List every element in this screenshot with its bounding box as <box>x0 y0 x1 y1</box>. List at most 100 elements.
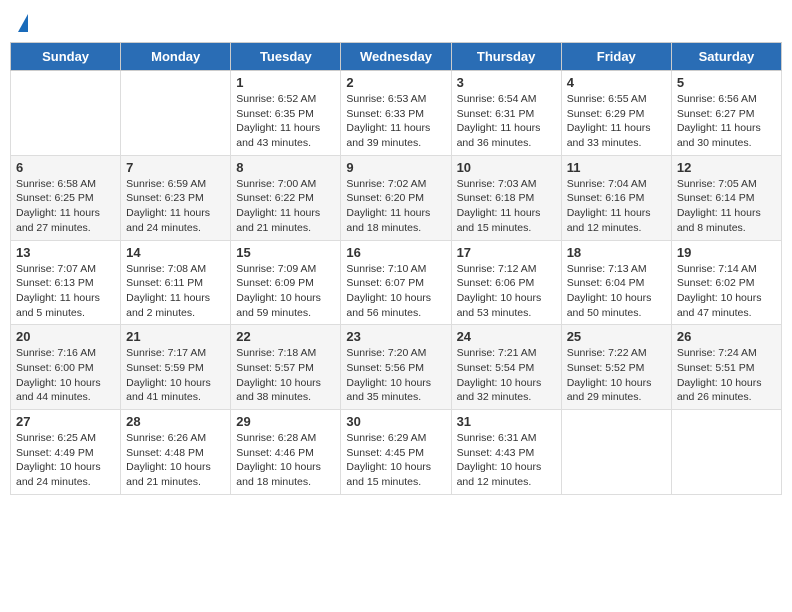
calendar-cell: 31 Sunrise: 6:31 AM Sunset: 4:43 PM Dayli… <box>451 410 561 495</box>
day-number: 6 <box>16 160 115 175</box>
calendar-cell: 14 Sunrise: 7:08 AM Sunset: 6:11 PM Dayli… <box>121 240 231 325</box>
calendar-cell: 29 Sunrise: 6:28 AM Sunset: 4:46 PM Dayli… <box>231 410 341 495</box>
calendar-cell: 24 Sunrise: 7:21 AM Sunset: 5:54 PM Dayli… <box>451 325 561 410</box>
calendar-header-row: SundayMondayTuesdayWednesdayThursdayFrid… <box>11 43 782 71</box>
day-number: 16 <box>346 245 445 260</box>
day-info: Sunrise: 7:05 AM Sunset: 6:14 PM Dayligh… <box>677 177 776 236</box>
day-info: Sunrise: 6:56 AM Sunset: 6:27 PM Dayligh… <box>677 92 776 151</box>
day-number: 31 <box>457 414 556 429</box>
calendar-cell: 1 Sunrise: 6:52 AM Sunset: 6:35 PM Daylig… <box>231 71 341 156</box>
calendar-cell <box>561 410 671 495</box>
calendar-cell: 26Sunrise: 7:24 AM Sunset: 5:51 PM Dayli… <box>671 325 781 410</box>
day-number: 17 <box>457 245 556 260</box>
day-of-week-header: Friday <box>561 43 671 71</box>
calendar-cell: 7Sunrise: 6:59 AM Sunset: 6:23 PM Daylig… <box>121 155 231 240</box>
calendar-cell: 2 Sunrise: 6:53 AM Sunset: 6:33 PM Daylig… <box>341 71 451 156</box>
day-info: Sunrise: 6:53 AM Sunset: 6:33 PM Dayligh… <box>346 92 445 151</box>
calendar-cell: 16 Sunrise: 7:10 AM Sunset: 6:07 PM Dayli… <box>341 240 451 325</box>
day-number: 22 <box>236 329 335 344</box>
day-of-week-header: Sunday <box>11 43 121 71</box>
day-number: 23 <box>346 329 445 344</box>
calendar-cell: 13 Sunrise: 7:07 AM Sunset: 6:13 PM Dayli… <box>11 240 121 325</box>
calendar-cell: 10 Sunrise: 7:03 AM Sunset: 6:18 PM Dayli… <box>451 155 561 240</box>
day-info: Sunrise: 7:16 AM Sunset: 6:00 PM Dayligh… <box>16 346 115 405</box>
day-info: Sunrise: 7:08 AM Sunset: 6:11 PM Dayligh… <box>126 262 225 321</box>
calendar-cell: 6Sunrise: 6:58 AM Sunset: 6:25 PM Daylig… <box>11 155 121 240</box>
day-number: 15 <box>236 245 335 260</box>
calendar-cell: 28 Sunrise: 6:26 AM Sunset: 4:48 PM Dayli… <box>121 410 231 495</box>
day-info: Sunrise: 7:03 AM Sunset: 6:18 PM Dayligh… <box>457 177 556 236</box>
day-number: 1 <box>236 75 335 90</box>
day-info: Sunrise: 6:26 AM Sunset: 4:48 PM Dayligh… <box>126 431 225 490</box>
day-info: Sunrise: 7:10 AM Sunset: 6:07 PM Dayligh… <box>346 262 445 321</box>
day-info: Sunrise: 7:18 AM Sunset: 5:57 PM Dayligh… <box>236 346 335 405</box>
calendar-table: SundayMondayTuesdayWednesdayThursdayFrid… <box>10 42 782 495</box>
day-number: 5 <box>677 75 776 90</box>
day-number: 29 <box>236 414 335 429</box>
day-number: 14 <box>126 245 225 260</box>
day-info: Sunrise: 7:09 AM Sunset: 6:09 PM Dayligh… <box>236 262 335 321</box>
calendar-cell: 3Sunrise: 6:54 AM Sunset: 6:31 PM Daylig… <box>451 71 561 156</box>
day-number: 27 <box>16 414 115 429</box>
page-header <box>10 10 782 36</box>
day-of-week-header: Tuesday <box>231 43 341 71</box>
day-number: 21 <box>126 329 225 344</box>
calendar-week-row: 1 Sunrise: 6:52 AM Sunset: 6:35 PM Daylig… <box>11 71 782 156</box>
day-of-week-header: Saturday <box>671 43 781 71</box>
day-number: 20 <box>16 329 115 344</box>
calendar-week-row: 6Sunrise: 6:58 AM Sunset: 6:25 PM Daylig… <box>11 155 782 240</box>
day-number: 11 <box>567 160 666 175</box>
calendar-cell <box>11 71 121 156</box>
day-number: 25 <box>567 329 666 344</box>
day-of-week-header: Thursday <box>451 43 561 71</box>
day-number: 26 <box>677 329 776 344</box>
day-info: Sunrise: 6:28 AM Sunset: 4:46 PM Dayligh… <box>236 431 335 490</box>
calendar-cell: 5 Sunrise: 6:56 AM Sunset: 6:27 PM Daylig… <box>671 71 781 156</box>
day-number: 24 <box>457 329 556 344</box>
calendar-week-row: 20 Sunrise: 7:16 AM Sunset: 6:00 PM Dayli… <box>11 325 782 410</box>
day-info: Sunrise: 7:17 AM Sunset: 5:59 PM Dayligh… <box>126 346 225 405</box>
day-info: Sunrise: 7:21 AM Sunset: 5:54 PM Dayligh… <box>457 346 556 405</box>
day-info: Sunrise: 7:07 AM Sunset: 6:13 PM Dayligh… <box>16 262 115 321</box>
calendar-cell: 4 Sunrise: 6:55 AM Sunset: 6:29 PM Daylig… <box>561 71 671 156</box>
calendar-cell: 23Sunrise: 7:20 AM Sunset: 5:56 PM Dayli… <box>341 325 451 410</box>
calendar-week-row: 27Sunrise: 6:25 AM Sunset: 4:49 PM Dayli… <box>11 410 782 495</box>
day-number: 8 <box>236 160 335 175</box>
calendar-cell: 22 Sunrise: 7:18 AM Sunset: 5:57 PM Dayli… <box>231 325 341 410</box>
day-number: 13 <box>16 245 115 260</box>
calendar-cell: 15 Sunrise: 7:09 AM Sunset: 6:09 PM Dayli… <box>231 240 341 325</box>
calendar-cell: 17 Sunrise: 7:12 AM Sunset: 6:06 PM Dayli… <box>451 240 561 325</box>
day-info: Sunrise: 6:55 AM Sunset: 6:29 PM Dayligh… <box>567 92 666 151</box>
day-info: Sunrise: 7:02 AM Sunset: 6:20 PM Dayligh… <box>346 177 445 236</box>
calendar-cell: 8 Sunrise: 7:00 AM Sunset: 6:22 PM Daylig… <box>231 155 341 240</box>
day-number: 30 <box>346 414 445 429</box>
day-number: 28 <box>126 414 225 429</box>
calendar-cell: 9 Sunrise: 7:02 AM Sunset: 6:20 PM Daylig… <box>341 155 451 240</box>
calendar-cell <box>671 410 781 495</box>
calendar-cell: 11Sunrise: 7:04 AM Sunset: 6:16 PM Dayli… <box>561 155 671 240</box>
day-info: Sunrise: 7:22 AM Sunset: 5:52 PM Dayligh… <box>567 346 666 405</box>
day-number: 9 <box>346 160 445 175</box>
day-info: Sunrise: 6:29 AM Sunset: 4:45 PM Dayligh… <box>346 431 445 490</box>
calendar-week-row: 13 Sunrise: 7:07 AM Sunset: 6:13 PM Dayli… <box>11 240 782 325</box>
day-of-week-header: Monday <box>121 43 231 71</box>
day-info: Sunrise: 7:13 AM Sunset: 6:04 PM Dayligh… <box>567 262 666 321</box>
calendar-cell <box>121 71 231 156</box>
day-number: 3 <box>457 75 556 90</box>
day-number: 2 <box>346 75 445 90</box>
day-info: Sunrise: 6:52 AM Sunset: 6:35 PM Dayligh… <box>236 92 335 151</box>
calendar-cell: 20 Sunrise: 7:16 AM Sunset: 6:00 PM Dayli… <box>11 325 121 410</box>
day-number: 10 <box>457 160 556 175</box>
calendar-cell: 21 Sunrise: 7:17 AM Sunset: 5:59 PM Dayli… <box>121 325 231 410</box>
logo <box>16 14 28 32</box>
calendar-cell: 25 Sunrise: 7:22 AM Sunset: 5:52 PM Dayli… <box>561 325 671 410</box>
day-number: 4 <box>567 75 666 90</box>
day-info: Sunrise: 7:00 AM Sunset: 6:22 PM Dayligh… <box>236 177 335 236</box>
calendar-cell: 27Sunrise: 6:25 AM Sunset: 4:49 PM Dayli… <box>11 410 121 495</box>
day-info: Sunrise: 6:31 AM Sunset: 4:43 PM Dayligh… <box>457 431 556 490</box>
day-number: 12 <box>677 160 776 175</box>
calendar-cell: 12 Sunrise: 7:05 AM Sunset: 6:14 PM Dayli… <box>671 155 781 240</box>
calendar-cell: 19Sunrise: 7:14 AM Sunset: 6:02 PM Dayli… <box>671 240 781 325</box>
calendar-cell: 30 Sunrise: 6:29 AM Sunset: 4:45 PM Dayli… <box>341 410 451 495</box>
day-info: Sunrise: 7:12 AM Sunset: 6:06 PM Dayligh… <box>457 262 556 321</box>
